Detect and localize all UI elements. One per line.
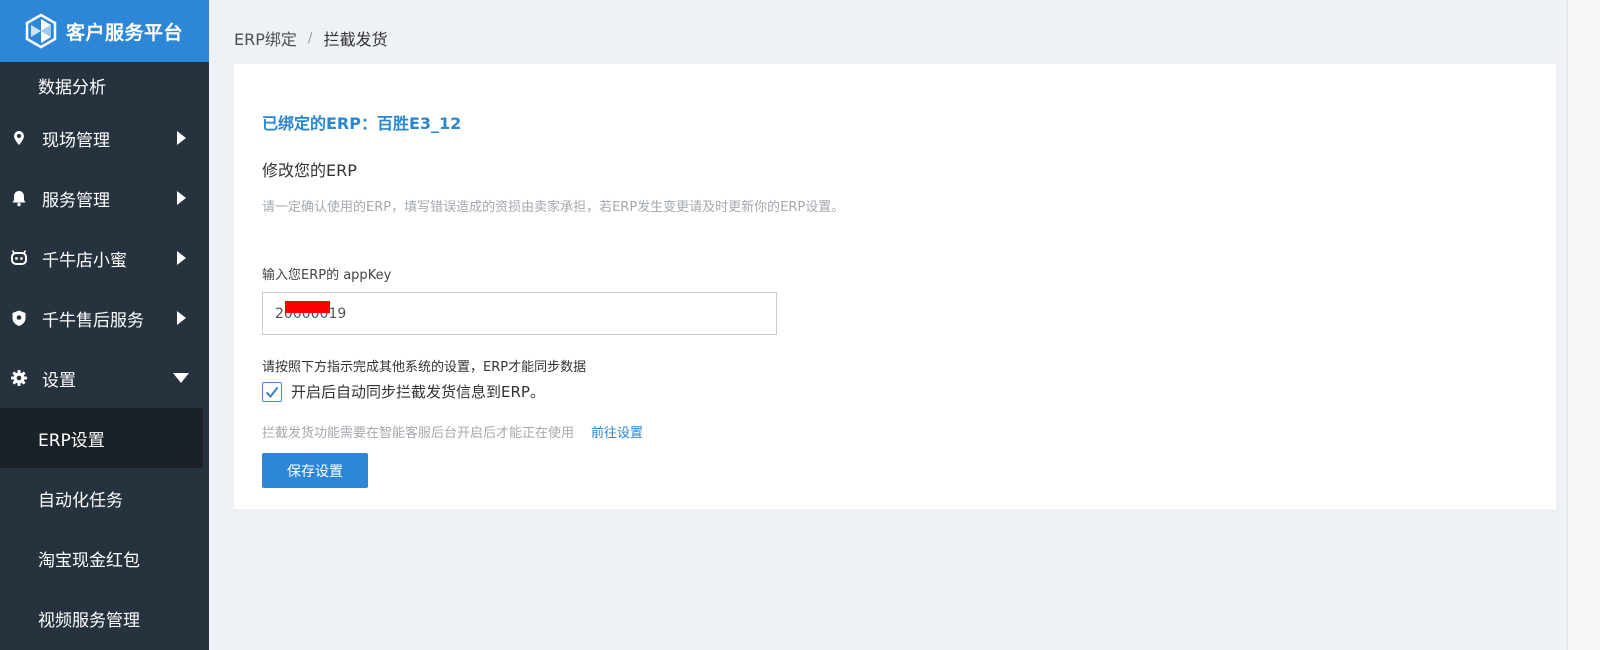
erp-warning-description: 请一定确认使用的ERP，填写错误造成的资损由卖家承担，若ERP发生变更请及时更新…	[262, 200, 845, 215]
sidebar-item-settings[interactable]: 设置	[0, 348, 209, 408]
intercept-hint: 拦截发货功能需要在智能客服后台开启后才能正在使用 前往设置	[262, 422, 643, 441]
shield-icon	[12, 310, 26, 326]
sidebar-item-after-sales[interactable]: 千牛售后服务	[0, 288, 209, 348]
auto-sync-option[interactable]: 开启后自动同步拦截发货信息到ERP。	[262, 381, 545, 402]
sidebar-item-taobao-red-packet[interactable]: 淘宝现金红包	[0, 528, 209, 588]
brand-name: 客户服务平台	[66, 21, 184, 44]
sidebar: 客户服务平台 数据分析 现场管理 服务管理 千牛店小蜜 千牛售后服务 设置 ER…	[0, 0, 209, 650]
auto-sync-label: 开启后自动同步拦截发货信息到ERP。	[291, 383, 545, 401]
sidebar-item-label: 现场管理	[42, 130, 110, 151]
sidebar-item-site-management[interactable]: 现场管理	[0, 108, 209, 168]
vertical-scrollbar[interactable]	[1567, 0, 1600, 650]
sidebar-item-data-analysis[interactable]: 数据分析	[0, 62, 209, 108]
auto-sync-checkbox[interactable]	[262, 381, 282, 402]
breadcrumb-parent[interactable]: ERP绑定	[234, 26, 297, 50]
modify-erp-title: 修改您的ERP	[262, 161, 357, 180]
caret-right-icon	[177, 131, 186, 145]
breadcrumb-separator: /	[307, 30, 313, 46]
sidebar-item-service-management[interactable]: 服务管理	[0, 168, 209, 228]
sidebar-item-label: 设置	[42, 370, 76, 391]
goto-settings-link[interactable]: 前往设置	[591, 422, 643, 441]
bound-erp-title: 已绑定的ERP：百胜E3_12	[262, 114, 462, 133]
sync-instruction: 请按照下方指示完成其他系统的设置，ERP才能同步数据	[262, 360, 587, 375]
sidebar-item-erp-settings[interactable]: ERP设置	[0, 408, 203, 468]
gear-icon	[11, 370, 27, 386]
robot-icon	[11, 250, 27, 265]
checkmark-icon	[265, 386, 279, 398]
sidebar-item-label: 服务管理	[42, 190, 110, 211]
save-settings-button[interactable]: 保存设置	[262, 453, 368, 488]
caret-right-icon	[177, 191, 186, 205]
brand-logo-icon	[25, 13, 57, 49]
sidebar-item-label: 视频服务管理	[38, 610, 140, 631]
breadcrumb-current: 拦截发货	[323, 30, 388, 49]
sidebar-item-label: 数据分析	[38, 77, 106, 98]
appkey-input[interactable]	[262, 292, 777, 335]
erp-settings-card: 已绑定的ERP：百胜E3_12 修改您的ERP 请一定确认使用的ERP，填写错误…	[234, 64, 1556, 509]
sidebar-item-label: 自动化任务	[38, 490, 123, 511]
brand-header[interactable]: 客户服务平台	[0, 0, 209, 62]
sidebar-item-label: 千牛店小蜜	[42, 250, 127, 271]
redaction-mark	[285, 301, 330, 313]
location-pin-icon	[14, 131, 24, 145]
caret-right-icon	[177, 251, 186, 265]
intercept-hint-text: 拦截发货功能需要在智能客服后台开启后才能正在使用	[262, 426, 575, 441]
sidebar-item-automation-tasks[interactable]: 自动化任务	[0, 468, 209, 528]
bell-icon	[12, 191, 26, 207]
breadcrumb: ERP绑定 / 拦截发货	[234, 26, 388, 50]
caret-down-icon	[173, 373, 189, 383]
sidebar-item-label: ERP设置	[38, 430, 105, 451]
sidebar-item-label: 千牛售后服务	[42, 310, 144, 331]
sidebar-item-label: 淘宝现金红包	[38, 550, 140, 571]
sidebar-item-video-service[interactable]: 视频服务管理	[0, 588, 209, 648]
app-root: 客户服务平台 数据分析 现场管理 服务管理 千牛店小蜜 千牛售后服务 设置 ER…	[0, 0, 1600, 650]
sidebar-nav: 数据分析 现场管理 服务管理 千牛店小蜜 千牛售后服务 设置	[0, 62, 209, 408]
scrollbar-thumb[interactable]	[1569, 0, 1599, 650]
caret-right-icon	[177, 311, 186, 325]
sidebar-item-qianniu-assistant[interactable]: 千牛店小蜜	[0, 228, 209, 288]
settings-submenu: ERP设置 自动化任务 淘宝现金红包 视频服务管理	[0, 408, 209, 648]
appkey-label: 输入您ERP的 appKey	[262, 268, 392, 283]
